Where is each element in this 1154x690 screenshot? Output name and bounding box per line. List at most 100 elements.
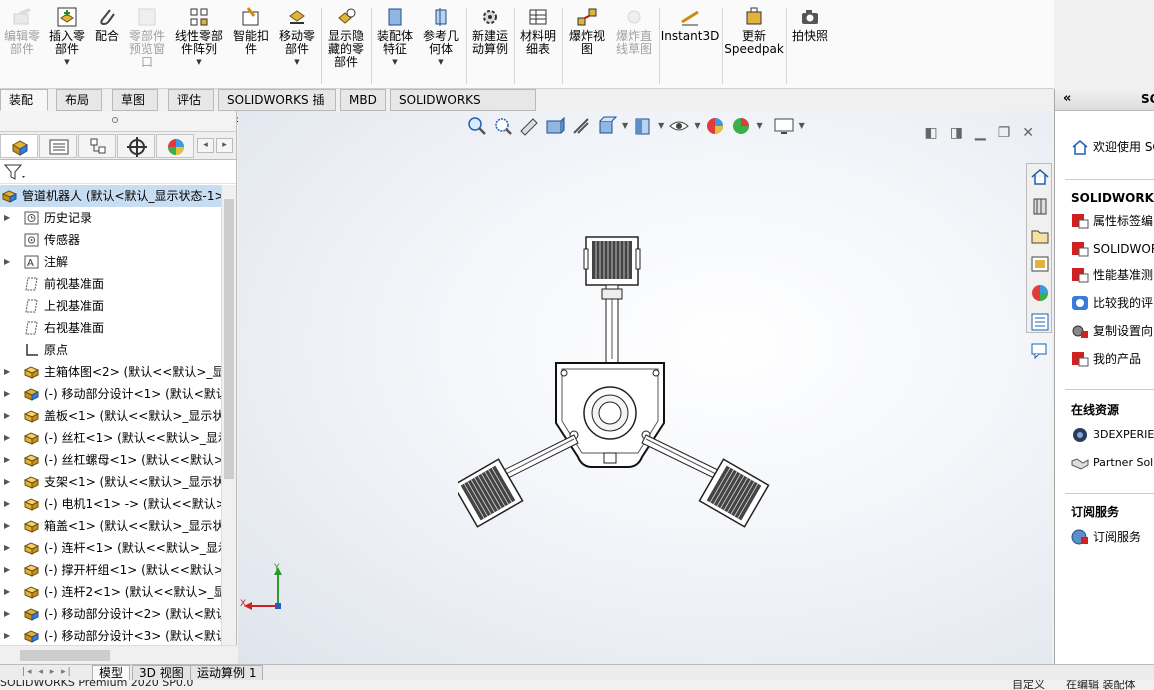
tabs-scroll-left[interactable]: ◂ xyxy=(197,138,214,153)
forum-chat-icon[interactable] xyxy=(1029,340,1051,362)
view-settings-monitor-icon[interactable] xyxy=(773,115,795,137)
tree-item-top-plane[interactable]: 上视基准面 xyxy=(0,295,222,317)
expand-arrow-icon[interactable]: ▶ xyxy=(4,449,10,471)
expand-arrow-icon[interactable]: ▶ xyxy=(4,207,10,229)
tree-item-component[interactable]: ▶ (-) 撑开杆组<1> (默认<<默认>_显示状态 1>) xyxy=(0,559,222,581)
display-manager-tab[interactable] xyxy=(156,134,194,158)
tab-3d-views[interactable]: 3D 视图 xyxy=(132,665,191,681)
tree-item-component[interactable]: ▶ (-) 丝杠螺母<1> (默认<<默认>_显示状态 1>) xyxy=(0,449,222,471)
restore-icon[interactable]: ❐ xyxy=(998,125,1011,141)
file-explorer-icon[interactable] xyxy=(1029,224,1051,246)
tab-scroll-arrows[interactable]: |◂ ◂ ▸ ▸| xyxy=(22,667,73,677)
tree-item-component[interactable]: ▶ (-) 连杆<1> (默认<<默认>_显示状态 1>) xyxy=(0,537,222,559)
expand-arrow-icon[interactable]: ▶ xyxy=(4,537,10,559)
tree-item-component[interactable]: ▶ (-) 丝杠<1> (默认<<默认>_显示状态 1>) xyxy=(0,427,222,449)
tabs-scroll-right[interactable]: ▸ xyxy=(216,138,233,153)
explode-line-sketch-button[interactable]: 爆炸直 线草图 xyxy=(612,6,656,56)
graphics-area[interactable]: ◧ ◨ ▁ ❐ ✕ ▼ ▼ ▼ ▼ ▼ X Y xyxy=(238,111,1052,665)
reference-geometry-button[interactable]: 参考几 何体 ▼ xyxy=(420,6,462,66)
previous-view-icon[interactable] xyxy=(518,115,540,137)
hide-show-items-icon[interactable] xyxy=(668,115,690,137)
bill-of-materials-button[interactable]: 材料明 细表 xyxy=(517,6,559,56)
mate-button[interactable]: 配合 xyxy=(92,6,122,43)
appearances-icon[interactable] xyxy=(1029,282,1051,304)
expand-arrow-icon[interactable]: ▶ xyxy=(4,405,10,427)
expand-arrow-icon[interactable]: ▶ xyxy=(4,383,10,405)
expand-arrow-icon[interactable]: ▶ xyxy=(4,603,10,625)
tab-solidworks-inspection[interactable]: SOLIDWORKS Inspection xyxy=(390,89,536,128)
insert-component-button[interactable]: 插入零 部件 ▼ xyxy=(46,6,88,66)
minimize-icon[interactable]: ▁ xyxy=(975,125,986,141)
tab-assembly[interactable]: 装配体 xyxy=(0,89,48,128)
tree-item-component[interactable]: ▶ 主箱体图<2> (默认<<默认>_显示状态 1>) xyxy=(0,361,222,383)
tree-root-assembly[interactable]: 管道机器人 (默认<默认_显示状态-1>) xyxy=(0,185,222,207)
custom-properties-icon[interactable] xyxy=(1029,311,1051,333)
expand-arrow-icon[interactable]: ▶ xyxy=(4,427,10,449)
chevron-down-icon[interactable]: ▼ xyxy=(756,115,762,139)
edit-appearance-icon[interactable] xyxy=(704,115,726,137)
dynamic-annotation-icon[interactable] xyxy=(570,115,592,137)
filter-funnel-icon[interactable] xyxy=(2,161,26,183)
tree-item-annotations[interactable]: ▶ A 注解 xyxy=(0,251,222,273)
expand-arrow-icon[interactable]: ▶ xyxy=(4,361,10,383)
tree-vertical-scrollbar[interactable] xyxy=(221,185,236,645)
tile-left-icon[interactable]: ◧ xyxy=(924,125,937,141)
update-speedpak-button[interactable]: 更新 Speedpak xyxy=(724,6,784,56)
panel-splitter[interactable] xyxy=(0,111,236,132)
zoom-to-fit-icon[interactable] xyxy=(466,115,488,137)
close-icon[interactable]: ✕ xyxy=(1022,125,1034,141)
robot-assembly-model[interactable] xyxy=(458,231,798,531)
tab-evaluate[interactable]: 评估 xyxy=(168,89,214,111)
configuration-manager-tab[interactable] xyxy=(78,134,116,158)
view-palette-icon[interactable] xyxy=(1029,253,1051,275)
expand-arrow-icon[interactable]: ▶ xyxy=(4,251,10,273)
tab-model[interactable]: 模型 xyxy=(92,665,131,681)
feature-manager-tab[interactable] xyxy=(0,134,38,158)
instant3d-button[interactable]: Instant3D xyxy=(661,6,719,43)
move-component-dropdown[interactable]: ▼ xyxy=(294,58,299,66)
tab-mbd[interactable]: MBD xyxy=(340,89,386,111)
tree-item-component[interactable]: ▶ 支架<1> (默认<<默认>_显示状态 1>) xyxy=(0,471,222,493)
new-motion-study-button[interactable]: 新建运 动算例 xyxy=(469,6,511,56)
expand-arrow-icon[interactable]: ▶ xyxy=(4,625,10,645)
zoom-to-area-icon[interactable] xyxy=(492,115,514,137)
assembly-features-button[interactable]: 装配体 特征 ▼ xyxy=(374,6,416,66)
component-preview-button[interactable]: 零部件 预览窗 口 xyxy=(126,6,168,69)
insert-component-dropdown[interactable]: ▼ xyxy=(64,58,69,66)
reference-geometry-dropdown[interactable]: ▼ xyxy=(438,58,443,66)
tree-horizontal-scrollbar[interactable] xyxy=(0,645,237,665)
expand-arrow-icon[interactable]: ▶ xyxy=(4,581,10,603)
tab-motion-study-1[interactable]: 运动算例 1 xyxy=(190,665,264,681)
scrollbar-thumb[interactable] xyxy=(224,199,234,479)
view-orientation-icon[interactable] xyxy=(596,115,618,137)
tree-item-component[interactable]: ▶ (-) 移动部分设计<2> (默认<默认_显示状态-1>) xyxy=(0,603,222,625)
apply-scene-icon[interactable] xyxy=(730,115,752,137)
tab-layout[interactable]: 布局 xyxy=(56,89,102,111)
display-style-icon[interactable] xyxy=(632,115,654,137)
smart-fasteners-button[interactable]: 智能扣 件 xyxy=(230,6,272,56)
expand-arrow-icon[interactable]: ▶ xyxy=(4,471,10,493)
tree-item-sensors[interactable]: 传感器 xyxy=(0,229,222,251)
scrollbar-thumb[interactable] xyxy=(20,650,110,661)
tree-item-right-plane[interactable]: 右视基准面 xyxy=(0,317,222,339)
edit-component-button[interactable]: 编辑零 部件 xyxy=(2,6,42,56)
status-units-custom[interactable]: 自定义 xyxy=(1012,680,1045,690)
show-hidden-components-button[interactable]: 显示隐 藏的零 部件 xyxy=(324,6,368,69)
chevron-down-icon[interactable]: ▼ xyxy=(694,115,700,139)
take-snapshot-button[interactable]: 拍快照 xyxy=(789,6,831,43)
move-component-button[interactable]: 移动零 部件 ▼ xyxy=(276,6,318,66)
tile-right-icon[interactable]: ◨ xyxy=(950,125,963,141)
property-manager-tab[interactable] xyxy=(39,134,77,158)
chevron-down-icon[interactable]: ▼ xyxy=(799,115,805,139)
tab-sketch[interactable]: 草图 xyxy=(112,89,158,111)
tree-item-history[interactable]: ▶ 历史记录 xyxy=(0,207,222,229)
assembly-features-dropdown[interactable]: ▼ xyxy=(392,58,397,66)
tree-item-front-plane[interactable]: 前视基准面 xyxy=(0,273,222,295)
tree-item-component[interactable]: ▶ (-) 移动部分设计<1> (默认<默认_显示状态-1>) xyxy=(0,383,222,405)
tree-item-component[interactable]: ▶ (-) 电机1<1> -> (默认<<默认>_显示状态 1>) xyxy=(0,493,222,515)
tree-item-component[interactable]: ▶ (-) 移动部分设计<3> (默认<默认_显示状态-1>) xyxy=(0,625,222,645)
expand-arrow-icon[interactable]: ▶ xyxy=(4,493,10,515)
collapse-double-chevron-icon[interactable]: « xyxy=(1063,91,1071,106)
tab-solidworks-addins[interactable]: SOLIDWORKS 插件 xyxy=(218,89,336,128)
home-icon[interactable] xyxy=(1029,166,1051,188)
